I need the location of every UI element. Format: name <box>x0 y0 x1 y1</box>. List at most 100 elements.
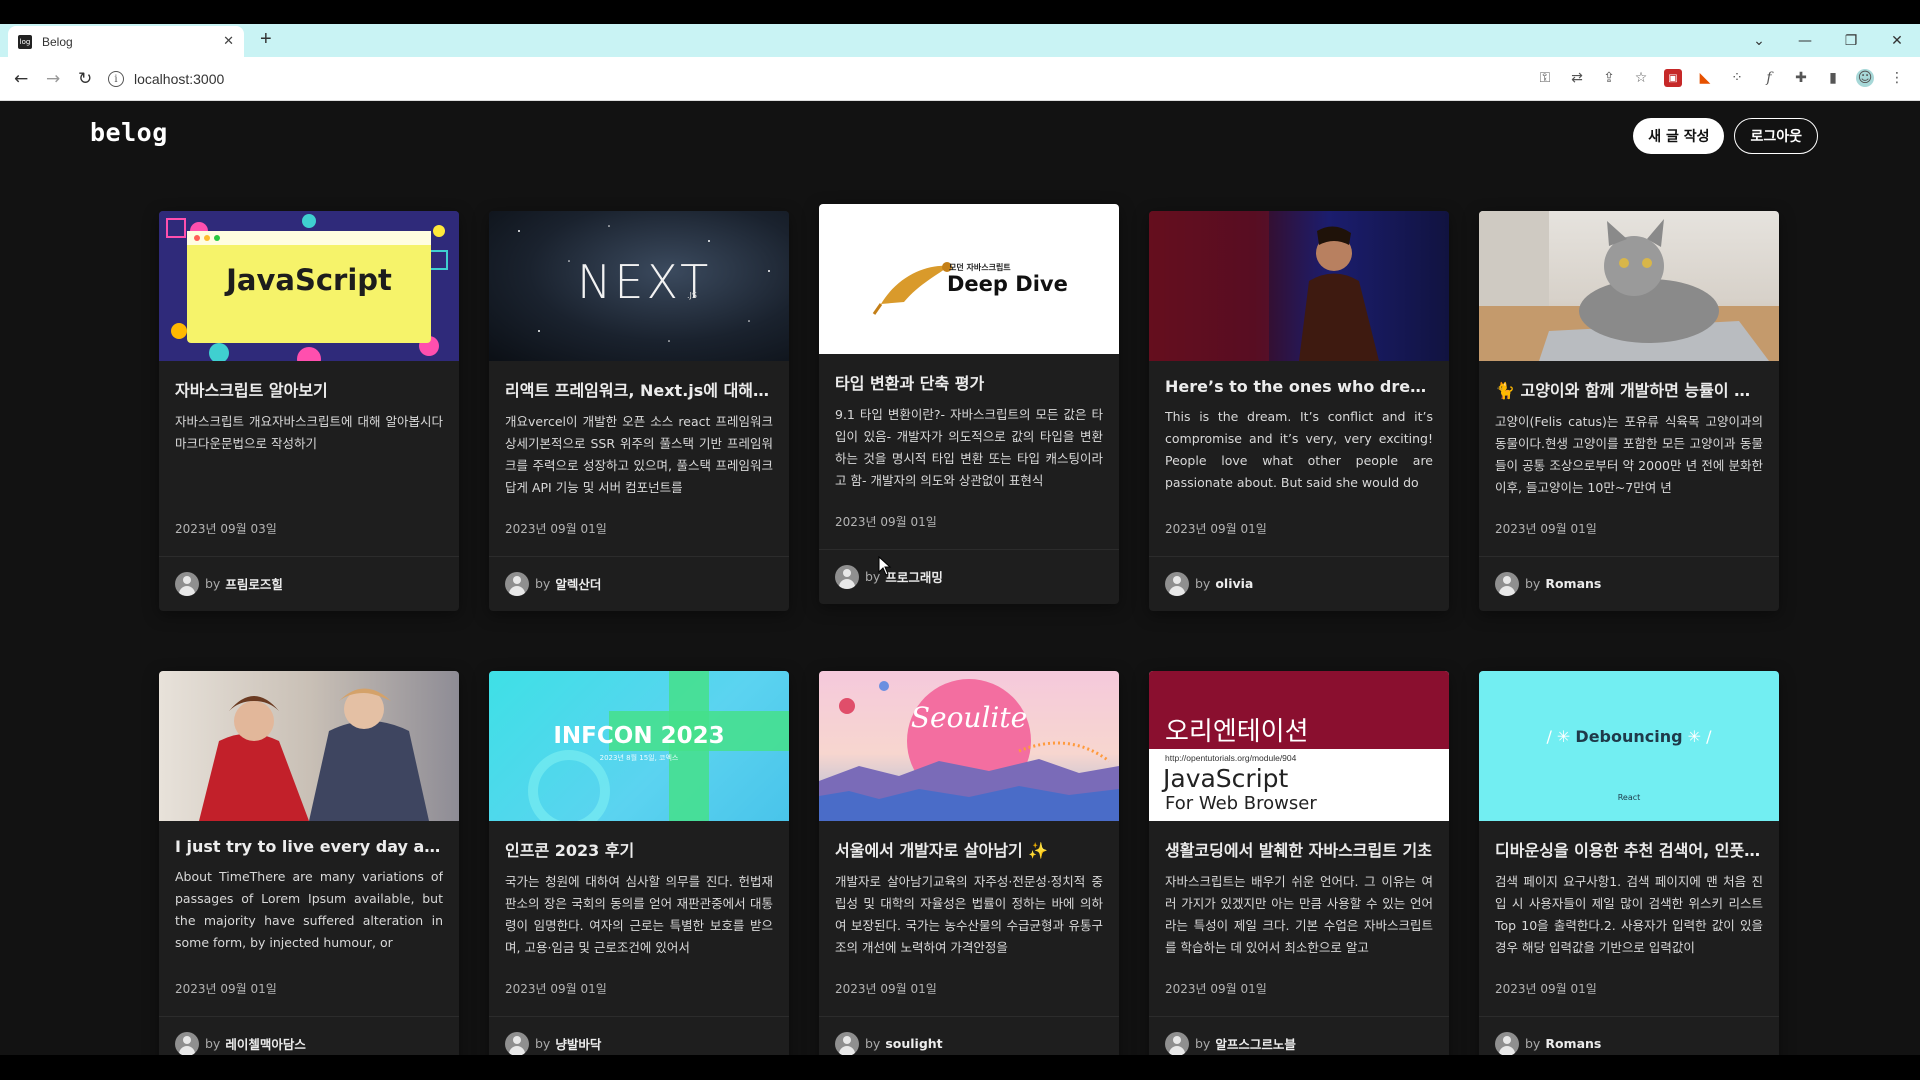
header-actions: 새 글 작성 로그아웃 <box>1633 118 1818 154</box>
thumb-title-wrap: / ✳ Debouncing ✳ / <box>1479 727 1779 746</box>
card-footer: by 프로그래밍 <box>819 549 1119 603</box>
thumb-line-2: For Web Browser <box>1165 793 1317 814</box>
back-icon[interactable]: ← <box>14 69 28 89</box>
post-title: 생활코딩에서 발췌한 자바스크립트 기초 <box>1165 841 1432 860</box>
post-card[interactable]: 오리엔테이션 http://opentutorials.org/module/9… <box>1149 671 1449 1055</box>
author-name[interactable]: 알프스그르노블 <box>1215 1034 1296 1053</box>
reload-icon[interactable]: ↻ <box>78 69 92 89</box>
by-label: by <box>1195 1036 1211 1051</box>
post-excerpt: 자바스크립트 개요자바스크립트에 대해 알아봅시다 마크다운문법으로 작성하기 <box>175 414 443 451</box>
forward-icon[interactable]: → <box>46 69 60 89</box>
page-content: belog 새 글 작성 로그아웃 JavaScript 자바스크립트 알아보기… <box>0 101 1920 1055</box>
post-card[interactable]: JavaScript 자바스크립트 알아보기 자바스크립트 개요자바스크립트에 … <box>159 211 459 611</box>
side-panel-icon[interactable]: ▮ <box>1824 69 1842 87</box>
post-card[interactable]: 모던 자바스크립트 Deep Dive 타입 변환과 단축 평가 9.1 타입 … <box>819 204 1119 604</box>
thumb-title: NEXT <box>577 255 712 309</box>
author-avatar <box>1495 1031 1519 1055</box>
post-thumbnail <box>1149 211 1449 361</box>
post-card[interactable]: Seoulite 서울에서 개발자로 살아남기 ✨ 개발자로 살아남기교육의 자… <box>819 671 1119 1055</box>
post-date: 2023년 09월 01일 <box>835 982 937 996</box>
pianist-photo-art <box>1149 211 1379 361</box>
post-date: 2023년 09월 03일 <box>175 522 277 536</box>
favicon-icon: log <box>18 34 32 49</box>
bookmark-star-icon[interactable]: ☆ <box>1632 69 1650 87</box>
author-avatar <box>1495 571 1519 596</box>
browser-tab[interactable]: log Belog ✕ <box>8 26 244 57</box>
card-footer: by 알렉산더 <box>489 556 789 610</box>
by-label: by <box>865 1036 881 1051</box>
slash-open-icon: / ✳ <box>1546 727 1576 746</box>
post-title: Here’s to the ones who dream, foolish as… <box>1165 377 1433 396</box>
extension-orange-icon[interactable]: ◣ <box>1696 69 1714 87</box>
author-avatar <box>505 571 529 596</box>
post-thumbnail: NEXT .JS <box>489 211 789 361</box>
author-avatar <box>175 571 199 596</box>
extension-red-icon[interactable]: ▣ <box>1664 69 1682 87</box>
thumb-title: Seoulite <box>910 701 1028 734</box>
post-card[interactable]: INFCON 2023 2023년 8월 15일, 코엑스 인프콘 2023 후… <box>489 671 789 1055</box>
tab-search-icon[interactable]: ⌄ <box>1736 33 1782 49</box>
thumb-title: 오리엔테이션 <box>1165 717 1309 747</box>
new-tab-button[interactable]: + <box>260 28 272 51</box>
url-field[interactable]: i localhost:3000 <box>108 65 1508 93</box>
post-title: I just try to live every day as if I've … <box>175 837 443 856</box>
author-avatar <box>1165 571 1189 596</box>
logout-button[interactable]: 로그아웃 <box>1734 118 1818 154</box>
tab-title: Belog <box>42 34 73 49</box>
minimize-icon[interactable]: — <box>1782 33 1828 49</box>
close-tab-icon[interactable]: ✕ <box>223 34 234 49</box>
thumb-subtitle: React <box>1617 793 1641 802</box>
new-post-button[interactable]: 새 글 작성 <box>1633 118 1725 154</box>
key-icon[interactable]: ⚿ <box>1536 69 1554 87</box>
restore-icon[interactable]: ❐ <box>1828 33 1874 49</box>
translate-icon[interactable]: ⇄ <box>1568 69 1586 87</box>
address-bar: ← → ↻ i localhost:3000 ⚿ ⇄ ⇪ ☆ ▣ ◣ ⁘ f ✚… <box>0 57 1920 101</box>
author-name[interactable]: olivia <box>1215 576 1253 591</box>
author-name[interactable]: soulight <box>885 1036 942 1051</box>
by-label: by <box>1195 576 1211 591</box>
post-title: 자바스크립트 알아보기 <box>175 381 328 400</box>
menu-kebab-icon[interactable]: ⋮ <box>1888 69 1906 87</box>
post-excerpt: 고양이(Felis catus)는 포유류 식육목 고양이과의 동물이다.현생 … <box>1495 414 1763 495</box>
card-body: 타입 변환과 단축 평가 9.1 타입 변환이란?- 자바스크립트의 모든 값은… <box>819 354 1119 507</box>
puzzle-icon[interactable]: ✚ <box>1792 69 1810 87</box>
post-title: 인프콘 2023 후기 <box>505 841 635 860</box>
post-date: 2023년 09월 01일 <box>1165 982 1267 996</box>
post-title: 서울에서 개발자로 살아남기 ✨ <box>835 841 1049 860</box>
author-name[interactable]: 냥발바닥 <box>555 1034 601 1053</box>
mouse-cursor-icon <box>878 556 892 576</box>
post-excerpt: 검색 페이지 요구사항1. 검색 페이지에 맨 처음 진입 시 사용자들이 제일… <box>1495 874 1763 955</box>
author-name[interactable]: 알렉산더 <box>555 574 601 593</box>
author-name[interactable]: 프림로즈힐 <box>225 574 283 593</box>
author-name[interactable]: 프로그래밍 <box>885 567 943 586</box>
thumb-title: JavaScript <box>226 263 392 297</box>
extension-dots-icon[interactable]: ⁘ <box>1728 69 1746 87</box>
post-title: 🐈 고양이와 함께 개발하면 능률이 오른다 <box>1495 381 1763 400</box>
post-thumbnail: 모던 자바스크립트 Deep Dive <box>819 204 1119 354</box>
post-card[interactable]: / ✳ Debouncing ✳ / React 디바운싱을 이용한 추천 검색… <box>1479 671 1779 1055</box>
post-title: 타입 변환과 단축 평가 <box>835 374 985 393</box>
thumb-title: Debouncing <box>1575 727 1683 746</box>
post-card[interactable]: I just try to live every day as if I've … <box>159 671 459 1055</box>
card-body: 🐈 고양이와 함께 개발하면 능률이 오른다 고양이(Felis catus)는… <box>1479 361 1779 514</box>
post-card[interactable]: NEXT .JS 리액트 프레임워크, Next.js에 대해 알아보자 개요v… <box>489 211 789 611</box>
post-excerpt: 개발자로 살아남기교육의 자주성·전문성·정치적 중립성 및 대학의 자율성은 … <box>835 874 1103 955</box>
post-excerpt: 9.1 타입 변환이란?- 자바스크립트의 모든 값은 타입이 있음- 개발자가… <box>835 407 1103 488</box>
author-name[interactable]: 레이첼맥아담스 <box>225 1034 306 1053</box>
post-thumbnail <box>159 671 459 821</box>
site-logo[interactable]: belog <box>90 118 168 147</box>
close-window-icon[interactable]: ✕ <box>1874 33 1920 49</box>
card-body: 인프콘 2023 후기 국가는 청원에 대하여 심사할 의무를 진다. 헌법재판… <box>489 821 789 974</box>
post-thumbnail: INFCON 2023 2023년 8월 15일, 코엑스 <box>489 671 789 821</box>
profile-avatar-icon[interactable]: ☺ <box>1856 69 1874 87</box>
formula-icon[interactable]: f <box>1760 69 1778 87</box>
slash-close-icon: ✳ / <box>1682 727 1712 746</box>
author-name[interactable]: Romans <box>1545 576 1601 591</box>
site-info-icon[interactable]: i <box>108 71 124 87</box>
post-card[interactable]: 🐈 고양이와 함께 개발하면 능률이 오른다 고양이(Felis catus)는… <box>1479 211 1779 611</box>
card-footer: by 레이첼맥아담스 <box>159 1016 459 1055</box>
share-icon[interactable]: ⇪ <box>1600 69 1618 87</box>
post-card[interactable]: Here’s to the ones who dream, foolish as… <box>1149 211 1449 611</box>
author-name[interactable]: Romans <box>1545 1036 1601 1051</box>
post-excerpt: 개요vercel이 개발한 오픈 소스 react 프레임워크 상세기본적으로 … <box>505 414 773 495</box>
